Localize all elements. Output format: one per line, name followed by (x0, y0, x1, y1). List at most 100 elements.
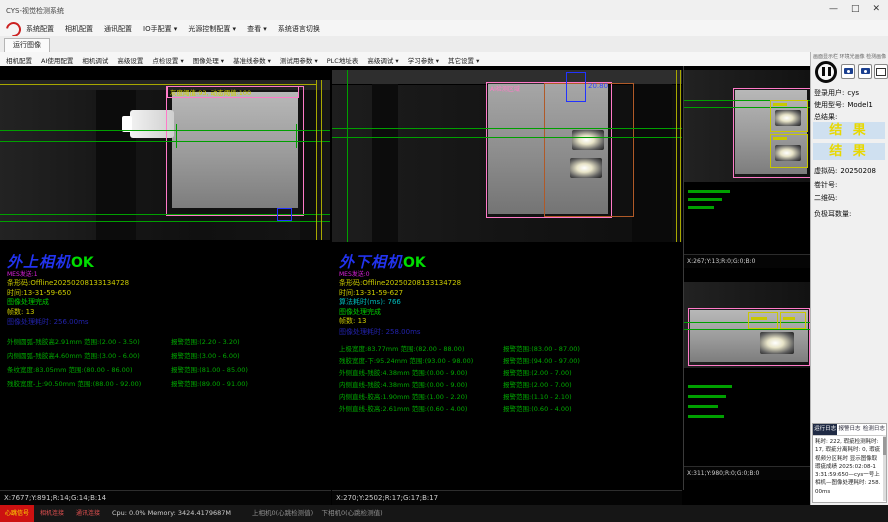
qrcode-label: 二维码: (814, 193, 837, 203)
boundary-line-overlay (347, 70, 348, 242)
machine-background (632, 84, 672, 242)
camera-heartbeat-status: 上相机0(心跳检测值) 下相机0(心跳检测值) (252, 505, 383, 522)
log-scrollbar-thumb[interactable] (883, 437, 886, 455)
result-text-overlay (688, 405, 718, 408)
mid-mes-line: MES发送:0 (339, 270, 661, 279)
mid-algo-time-line: 算法耗时(ms): 766 (339, 298, 661, 308)
threshold-label: 灰度阈值:93, 动态阈值:100 (170, 87, 251, 97)
measurement-row: 外侧直线-胶高:2.61mm 范围:(0.60 - 4.00) 报警范围:(0.… (339, 403, 659, 415)
camera-snapshot-button[interactable] (841, 64, 855, 79)
minimize-button[interactable]: — (829, 4, 838, 14)
virtual-code-row: 虚拟码:20250208 (814, 166, 876, 176)
camera-link-indicator: 相机连接 (40, 505, 64, 522)
measurement-row: 上极宽度:83.77mm 范围:(82.00 - 88.00) 报警范围:(83… (339, 343, 659, 355)
log-scrollbar[interactable] (883, 435, 886, 501)
detection-box-overlay (277, 208, 292, 221)
total-result-label: 总结果: (814, 112, 837, 122)
boundary-line-overlay (316, 80, 317, 240)
tool-other-settings[interactable]: 其它设置 ▾ (448, 55, 479, 65)
measurement-row: 条纹宽度:83.05mm 范围:(80.00 - 86.00) 报警范围:(81… (7, 364, 327, 376)
left-mes-line: MES发送:1 (7, 270, 329, 279)
led-spot-image (572, 130, 604, 150)
tool-advanced-settings[interactable]: 高级设置 (117, 55, 143, 65)
tool-learning-params[interactable]: 学习参数 ▾ (408, 55, 439, 65)
close-button[interactable]: ✕ (872, 4, 880, 14)
small-top-pixel-coords: X:267;Y:13;R:0;G:0;B:0 (684, 254, 810, 268)
left-result-block: 外上相机OK MES发送:1 条形码:Offline20250208133134… (7, 254, 329, 327)
maximize-button[interactable]: □ (851, 4, 860, 14)
virtual-code-value: 20250208 (840, 167, 876, 175)
mid-time-line: 时间:13-31-59-627 (339, 289, 661, 299)
left-done-line: 图像处理完成 (7, 298, 329, 308)
log-tab-run[interactable]: 运行日志 (813, 424, 837, 435)
tool-test-params[interactable]: 测试用参数 ▾ (280, 55, 318, 65)
ai-roi-label: AI检测区域 (490, 84, 520, 93)
measurement-row: 残胶宽度-下:95.24mm 范围:(93.00 - 98.00) 报警范围:(… (339, 355, 659, 367)
mid-camera-title-line: 外下相机OK (339, 254, 661, 270)
menu-system-config[interactable]: 系统配置 (26, 24, 54, 34)
tool-image-processing[interactable]: 图像处理 ▾ (193, 55, 224, 65)
pause-button[interactable] (815, 61, 837, 83)
small-bottom-pixel-coords: X:311;Y:980;R:0;G:0;B:0 (684, 466, 810, 480)
menu-light-config[interactable]: 光源控制配置 ▾ (188, 24, 236, 34)
left-camera-title-line: 外上相机OK (7, 254, 329, 270)
cpu-memory-status: Cpu: 0.0% Memory: 3424.4179687M (112, 505, 231, 522)
tool-ai-use-config[interactable]: AI使用配置 (41, 55, 73, 65)
tool-camera-debug[interactable]: 相机调试 (82, 55, 108, 65)
detection-box-overlay (780, 312, 806, 329)
tool-advanced-debug[interactable]: 高级调试 ▾ (367, 55, 398, 65)
boundary-line-overlay (680, 70, 681, 242)
log-tab-alarm[interactable]: 报警日志 (837, 424, 861, 435)
menu-view[interactable]: 查看 ▾ (247, 24, 267, 34)
tool-plc-address[interactable]: PLC地址表 (327, 55, 359, 65)
measure-line-overlay (332, 137, 682, 138)
measurement-name: 条纹宽度:83.05mm 范围:(80.00 - 86.00) (7, 364, 132, 374)
measurement-row: 内侧直线-胶高:1.90mm 范围:(1.00 - 2.20) 报警范围:(1.… (339, 391, 659, 403)
measurement-name: 外侧直线-残胶:4.38mm 范围:(0.00 - 9.00) (339, 367, 467, 377)
small-camera-view-top[interactable] (684, 70, 810, 182)
left-frame-line: 帧数: 13 (7, 308, 329, 318)
login-user-row: 登录用户:cys (814, 88, 859, 98)
menu-language-switch[interactable]: 系统语言切换 (278, 24, 320, 34)
roi-value-label: 20.80 (588, 82, 608, 90)
detection-box-overlay (770, 134, 808, 168)
menu-io-config[interactable]: IO手配置 ▾ (143, 24, 177, 34)
led-spot-image (775, 145, 801, 161)
log-tabs: 运行日志 报警日志 检测日志 (813, 424, 886, 436)
mid-proc-time-line: 图像处理耗时: 258.00ms (339, 327, 661, 337)
measurement-alarm: 报警范围:(3.00 - 6.00) (171, 350, 240, 360)
mid-status-ok: OK (403, 255, 426, 271)
result-text-overlay (688, 385, 732, 388)
result-text-overlay (688, 206, 714, 209)
measurement-alarm: 报警范围:(81.00 - 85.00) (171, 364, 248, 374)
display-mode-button[interactable] (874, 64, 888, 79)
toolbar: 相机配置 AI使用配置 相机调试 高级设置 点检设置 ▾ 图像处理 ▾ 基准线参… (0, 52, 810, 67)
heartbeat-indicator: 心跳信号 (0, 505, 34, 522)
measurement-alarm: 报警范围:(2.00 - 7.00) (503, 367, 572, 377)
mid-barcode-line: 条形码:Offline20250208133134728 (339, 279, 661, 289)
camera-icon (844, 68, 853, 74)
titlebar: CYS-视觉检测系统 — □ ✕ (0, 0, 888, 21)
tool-baseline-params[interactable]: 基准线参数 ▾ (233, 55, 271, 65)
led-spot-image (775, 110, 801, 126)
log-text: 耗时: 222, 瑕疵检测耗时: 17, 瑕疵分离耗时: 0, 瑕疵视频分区耗时… (813, 436, 886, 498)
measurement-alarm: 报警范围:(0.60 - 4.00) (503, 403, 572, 413)
small-camera-view-bottom[interactable] (684, 282, 810, 368)
menu-camera-config[interactable]: 相机配置 (65, 24, 93, 34)
measure-line-overlay (0, 141, 330, 142)
menu-comm-config[interactable]: 通讯配置 (104, 24, 132, 34)
measure-line-overlay (0, 130, 330, 131)
login-user-label: 登录用户: (814, 89, 844, 97)
measure-tick-overlay (176, 124, 177, 148)
tool-spot-check[interactable]: 点检设置 ▾ (152, 55, 183, 65)
tab-run-image[interactable]: 运行图像 (4, 38, 50, 52)
camera-record-button[interactable] (858, 64, 872, 79)
mid-camera-view[interactable]: AI检测区域 20.80 (332, 70, 682, 242)
measurement-row: 残胶宽度-上:90.50mm 范围:(88.00 - 92.00) 报警范围:(… (7, 378, 327, 390)
left-status-ok: OK (71, 255, 94, 271)
monitor-icon (876, 68, 886, 76)
log-tab-detect[interactable]: 检测日志 (862, 424, 886, 435)
left-camera-view[interactable]: 灰度阈值:93, 动态阈值:100 (0, 80, 330, 240)
overlay-text (751, 317, 767, 320)
tool-camera-config[interactable]: 相机配置 (6, 55, 32, 65)
